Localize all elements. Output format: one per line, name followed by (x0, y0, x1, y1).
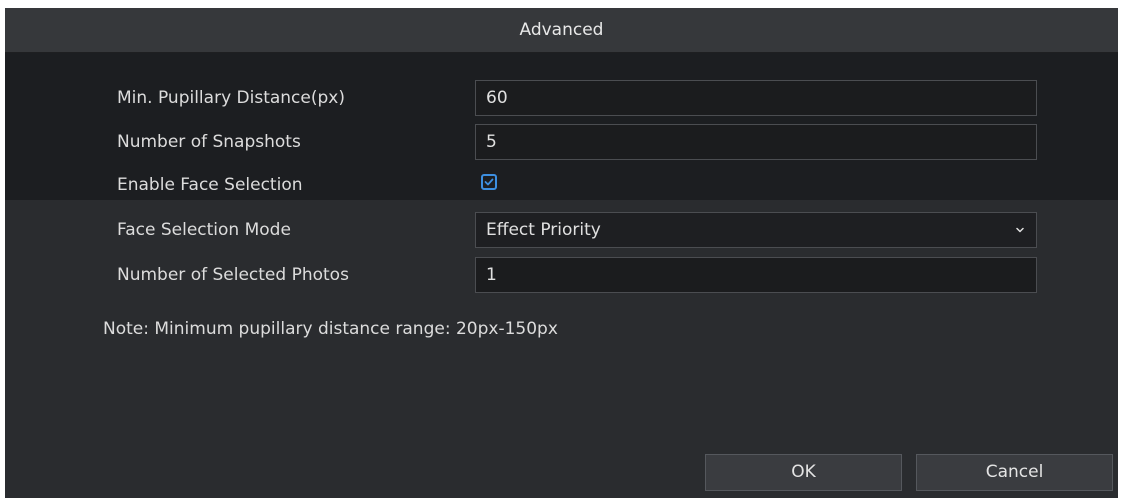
face-selection-mode-select[interactable]: Effect Priority (475, 212, 1037, 248)
advanced-dialog: Advanced Min. Pupillary Distance(px) 60 … (5, 8, 1118, 498)
enable-face-selection-label: Enable Face Selection (117, 175, 303, 195)
number-of-snapshots-label: Number of Snapshots (117, 132, 301, 152)
face-selection-mode-value: Effect Priority (486, 220, 601, 240)
min-pupillary-distance-input[interactable]: 60 (475, 80, 1037, 116)
cancel-button[interactable]: Cancel (916, 454, 1113, 491)
dialog-title-bar: Advanced (5, 8, 1118, 53)
pupillary-distance-note: Note: Minimum pupillary distance range: … (103, 319, 558, 339)
number-of-selected-photos-value: 1 (486, 265, 497, 285)
number-of-selected-photos-label: Number of Selected Photos (117, 265, 349, 285)
min-pupillary-distance-value: 60 (486, 88, 508, 108)
number-of-snapshots-input[interactable]: 5 (475, 124, 1037, 160)
enable-face-selection-checkbox[interactable] (481, 174, 497, 190)
number-of-snapshots-value: 5 (486, 132, 497, 152)
number-of-selected-photos-input[interactable]: 1 (475, 257, 1037, 293)
chevron-down-icon[interactable] (1016, 226, 1024, 234)
ok-button[interactable]: OK (705, 454, 902, 491)
dialog-title: Advanced (519, 20, 604, 40)
face-selection-mode-label: Face Selection Mode (117, 220, 291, 240)
checkmark-icon (484, 178, 494, 186)
min-pupillary-distance-label: Min. Pupillary Distance(px) (117, 88, 345, 108)
